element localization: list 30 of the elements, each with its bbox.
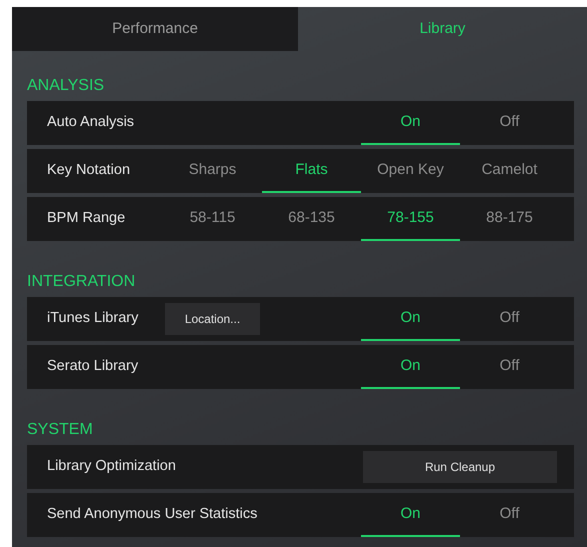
setting-label: Serato Library [47,357,138,376]
option-button[interactable]: 78-155 [361,197,460,241]
option-button[interactable]: Off [460,493,559,537]
option-button[interactable]: On [361,297,460,341]
option-button[interactable]: Flats [262,149,361,193]
run-cleanup-button[interactable]: Run Cleanup [363,451,557,483]
option-button[interactable]: 88-175 [460,197,559,241]
setting-label: iTunes Library [47,309,138,328]
option-button[interactable]: On [361,345,460,389]
setting-label: BPM Range [47,209,126,228]
option-button[interactable]: 58-115 [163,197,262,241]
setting-label: Auto Analysis [47,113,134,132]
tab[interactable]: Performance [12,7,298,51]
option-button[interactable]: 68-135 [262,197,361,241]
setting-label: Library Optimization [47,457,176,476]
option-button[interactable]: Off [460,345,559,389]
option-button[interactable]: On [361,493,460,537]
setting-label: Key Notation [47,161,130,180]
option-button[interactable]: Camelot [460,149,559,193]
option-button[interactable]: On [361,101,460,145]
tab[interactable]: Library [298,7,587,51]
option-button[interactable]: Open Key [361,149,460,193]
option-button[interactable]: Off [460,297,559,341]
section-heading: ANALYSIS [27,76,106,96]
option-button[interactable]: Sharps [163,149,262,193]
setting-label: Send Anonymous User Statistics [47,505,258,524]
location-button[interactable]: Location... [165,303,260,335]
section-heading: INTEGRATION [27,272,136,292]
option-button[interactable]: Off [460,101,559,145]
section-heading: SYSTEM [27,420,94,440]
